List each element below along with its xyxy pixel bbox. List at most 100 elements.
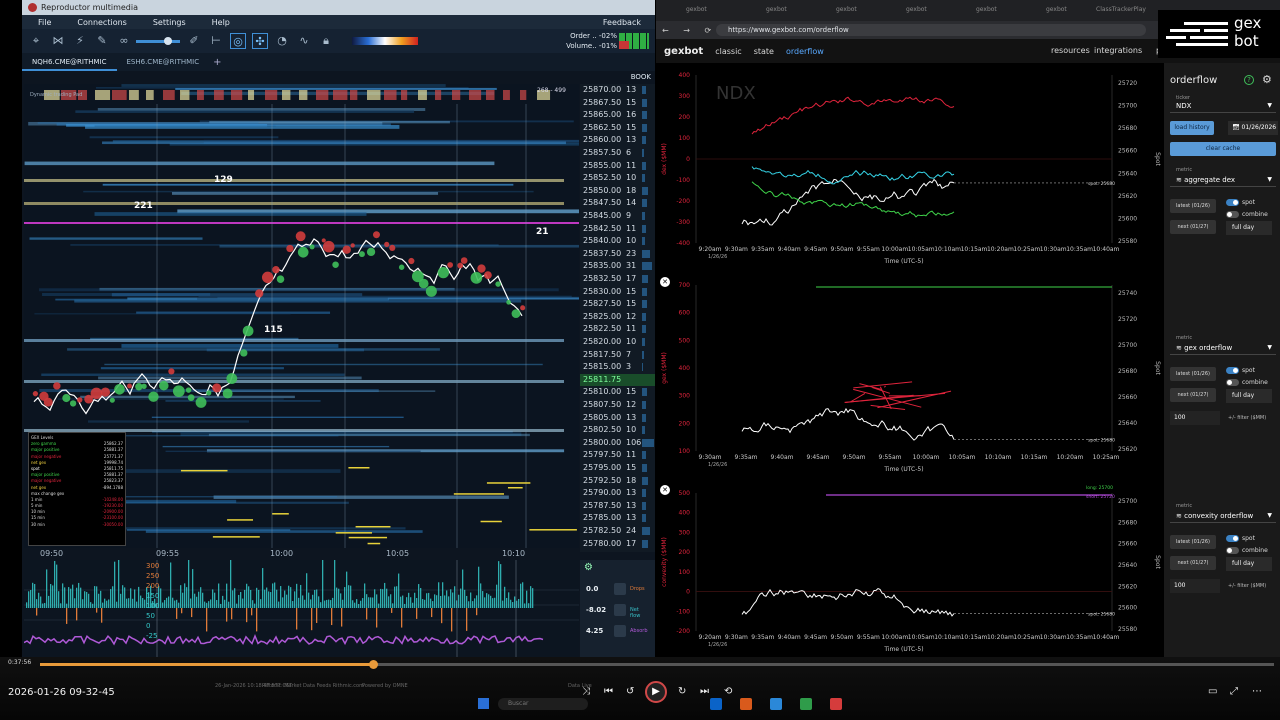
ladder-row[interactable]: 25785.00 13 — [580, 512, 655, 525]
latest-button[interactable]: latest (01/26) — [1170, 367, 1216, 381]
ladder-row[interactable]: 25810.00 15 — [580, 386, 655, 399]
range-select[interactable]: full day — [1226, 389, 1272, 403]
ladder-row[interactable]: 25847.50 14 — [580, 197, 655, 210]
ladder-row[interactable]: 25780.00 17 — [580, 538, 655, 551]
ladder-row[interactable]: 25845.00 9 — [580, 210, 655, 223]
ticker-select[interactable]: NDX ▼ — [1170, 99, 1276, 113]
browser-tab[interactable]: gexbot — [976, 6, 997, 13]
gear-icon[interactable]: ⚙ — [1262, 73, 1272, 86]
menu-settings[interactable]: Settings — [153, 18, 186, 27]
more-icon[interactable]: ⋯ — [1252, 686, 1262, 697]
spot-toggle[interactable]: spot — [1226, 534, 1255, 543]
range-select[interactable]: full day — [1226, 221, 1272, 235]
ladder-row[interactable]: 25827.50 15 — [580, 298, 655, 311]
miniplayer-icon[interactable]: ▭ — [1208, 686, 1217, 697]
app-icon[interactable] — [770, 698, 782, 710]
fullscreen-icon[interactable]: ⤢ — [1230, 686, 1238, 697]
ladder-row[interactable]: 25811.75 — [580, 373, 655, 387]
browser-tab[interactable]: ClassTrackerPlay — [1096, 6, 1146, 13]
menu-file[interactable]: File — [38, 18, 51, 27]
stat-swatch[interactable] — [614, 604, 626, 616]
link-icon[interactable]: ∞ — [116, 33, 132, 49]
help-icon[interactable]: ? — [1244, 75, 1254, 85]
forward-icon[interactable]: ↻ — [678, 686, 686, 697]
ladder-row[interactable]: 25840.00 10 — [580, 235, 655, 248]
dex-chart-panel[interactable]: 400 300 200 100 0 -100 -200 -300 -400 25720 25700 2… — [656, 63, 1164, 269]
date-picker[interactable]: 📅︎ 01/26/2026 — [1228, 121, 1278, 135]
convexity-chart[interactable]: 500 400 300 200 100 0 -100 -200 25700 25680 25660 2… — [656, 481, 1164, 657]
nav-resources[interactable]: resources — [1051, 46, 1090, 55]
ladder-row[interactable]: 25817.50 7 — [580, 349, 655, 362]
close-icon[interactable]: ✕ — [660, 485, 670, 495]
browser-tab[interactable]: gexbot — [686, 6, 707, 13]
wand-icon[interactable]: ⚡ — [72, 33, 88, 49]
delta-histogram-panel[interactable]: 300 250 200 150 100 50 0 -25 — [24, 560, 579, 657]
app-icon[interactable] — [830, 698, 842, 710]
filter-input[interactable]: 100 — [1170, 579, 1220, 593]
metric-select[interactable]: ≋ gex orderflow ▼ — [1170, 341, 1276, 355]
ladder-row[interactable]: 25837.50 23 — [580, 248, 655, 261]
ladder-row[interactable]: 25860.00 13 — [580, 134, 655, 147]
delta-histogram[interactable]: 300 250 200 150 100 50 0 -25 — [24, 560, 579, 657]
spot-toggle[interactable]: spot — [1226, 366, 1255, 375]
repeat-icon[interactable]: ⟲ — [724, 686, 732, 697]
seek-handle[interactable] — [369, 660, 379, 669]
lock-icon[interactable]: 🔒︎ — [318, 33, 334, 49]
app-icon[interactable] — [740, 698, 752, 710]
nav-integrations[interactable]: integrations — [1094, 46, 1142, 55]
ruler-icon[interactable]: ⊢ — [208, 33, 224, 49]
nav-orderflow[interactable]: orderflow — [786, 47, 824, 56]
close-icon[interactable]: ✕ — [660, 277, 670, 287]
next-icon[interactable]: ⏭ — [700, 686, 709, 697]
stat-swatch[interactable] — [614, 583, 626, 595]
app-icon[interactable] — [800, 698, 812, 710]
tab-nqh6[interactable]: NQH6.CME@RITHMIC — [22, 53, 117, 71]
magnet-icon[interactable]: ◎ — [230, 33, 246, 49]
browser-tab[interactable]: gexbot — [766, 6, 787, 13]
ladder-row[interactable]: 25835.00 31 — [580, 260, 655, 273]
add-tab-button[interactable]: + — [213, 57, 221, 68]
taskbar-search[interactable]: Buscar — [498, 698, 588, 710]
ladder-row[interactable]: 25870.00 13 — [580, 84, 655, 97]
ladder-row[interactable]: 25862.50 15 — [580, 122, 655, 135]
cursor-mode-icon[interactable]: ✣ — [252, 33, 268, 49]
app-icon[interactable] — [710, 698, 722, 710]
brush-icon[interactable]: ✎ — [94, 33, 110, 49]
convexity-chart-panel[interactable]: ✕ 500 400 300 200 100 0 -100 -200 25700 25680 2566… — [656, 481, 1164, 657]
previous-icon[interactable]: ⏮ — [604, 686, 613, 697]
next-button[interactable]: next (01/27) — [1170, 220, 1216, 234]
address-bar[interactable]: https://www.gexbot.com/orderflow — [716, 24, 1146, 36]
browser-tab[interactable]: gexbot — [1046, 6, 1067, 13]
play-button[interactable]: ▶ — [645, 681, 667, 703]
metric-select[interactable]: ≋ aggregate dex ▼ — [1170, 173, 1276, 187]
load-history-button[interactable]: load history — [1170, 121, 1214, 135]
stat-swatch[interactable] — [614, 625, 626, 637]
menu-connections[interactable]: Connections — [77, 18, 126, 27]
next-button[interactable]: next (01/27) — [1170, 388, 1216, 402]
ladder-row[interactable]: 25822.50 11 — [580, 323, 655, 336]
ladder-row[interactable]: 25802.50 10 — [580, 424, 655, 437]
heatmap-color-scale[interactable] — [352, 37, 418, 45]
seek-bar[interactable] — [40, 660, 1274, 669]
ladder-row[interactable]: 25855.00 11 — [580, 160, 655, 173]
pen-icon[interactable]: ✐ — [186, 33, 202, 49]
price-ladder[interactable]: 25870.00 13 25867.50 15 25865.00 16 25862.50 15… — [580, 84, 655, 552]
tab-esh6[interactable]: ESH6.CME@RITHMIC — [117, 53, 210, 71]
ladder-row[interactable]: 25782.50 24 — [580, 525, 655, 538]
ladder-row[interactable]: 25832.50 17 — [580, 273, 655, 286]
ladder-row[interactable]: 25805.00 13 — [580, 412, 655, 425]
ladder-row[interactable]: 25807.50 12 — [580, 399, 655, 412]
nav-state[interactable]: state — [754, 47, 774, 56]
metric-select[interactable]: ≋ convexity orderflow ▼ — [1170, 509, 1276, 523]
share-icon[interactable]: ⋈ — [50, 33, 66, 49]
ladder-row[interactable]: 25852.50 10 — [580, 172, 655, 185]
combine-toggle[interactable]: combine — [1226, 546, 1268, 555]
combine-toggle[interactable]: combine — [1226, 378, 1268, 387]
gex-chart-panel[interactable]: ✕ 700 600 500 400 300 200 100 25740 25720 25700 25… — [656, 273, 1164, 477]
ladder-row[interactable]: 25815.00 3 — [580, 361, 655, 374]
menu-help[interactable]: Help — [212, 18, 230, 27]
latest-button[interactable]: latest (01/26) — [1170, 199, 1216, 213]
spot-toggle[interactable]: spot — [1226, 198, 1255, 207]
ladder-row[interactable]: 25865.00 16 — [580, 109, 655, 122]
ladder-row[interactable]: 25792.50 18 — [580, 475, 655, 488]
